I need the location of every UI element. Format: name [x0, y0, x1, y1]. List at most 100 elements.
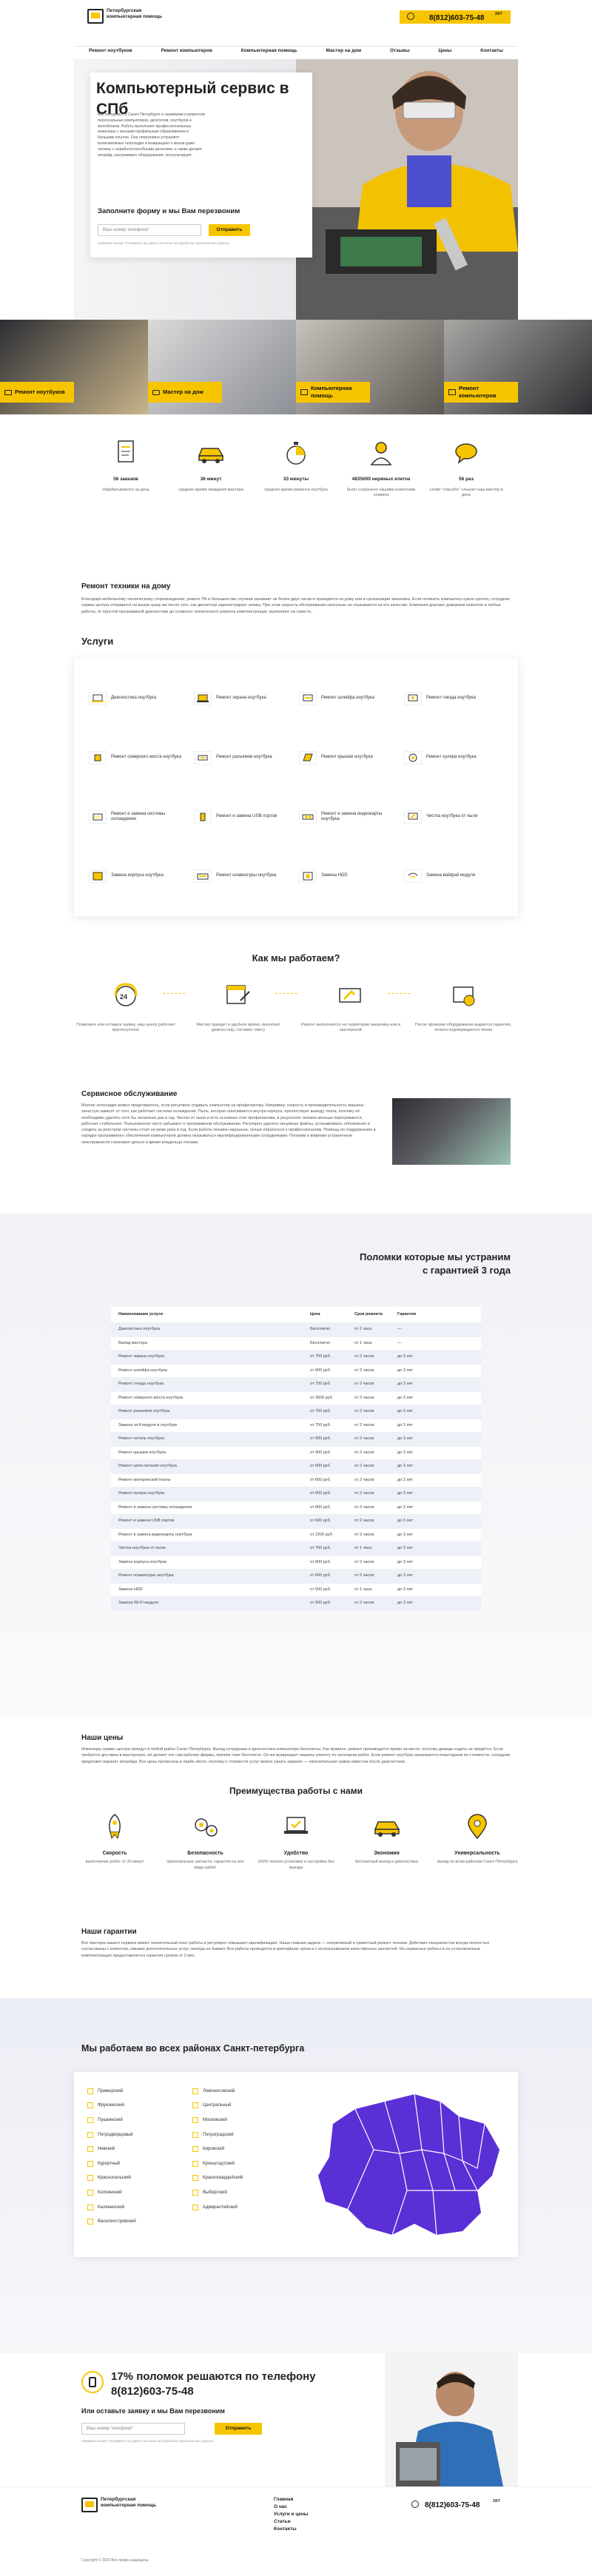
footer-link-home[interactable]: Главная	[274, 2496, 333, 2503]
district-item[interactable]: Ломоносовский	[192, 2084, 303, 2099]
callback-phone[interactable]: 8(812)603-75-48	[111, 2384, 194, 2399]
district-item[interactable]: Красногвардейский	[192, 2171, 303, 2186]
footer-link-services[interactable]: Услуги и цены	[274, 2511, 333, 2518]
district-item[interactable]: Невский	[87, 2142, 198, 2156]
table-cell: —	[397, 1340, 402, 1345]
category-help[interactable]: Компьютерная помощь	[296, 382, 370, 403]
table-row: Диагностика ноутбука Бесплатно от 1 часа —	[111, 1323, 481, 1337]
table-cell: Бесплатно	[310, 1327, 331, 1332]
table-cell: от 1 часа	[354, 1327, 372, 1332]
service-item[interactable]: Ремонт клавиатуры ноутбука	[194, 850, 293, 903]
service-title: Сервисное обслуживание	[81, 1090, 178, 1098]
district-item[interactable]: Центральный	[192, 2099, 303, 2113]
person-icon	[365, 437, 397, 469]
service-item[interactable]: Ремонт гнезда ноутбука	[404, 672, 503, 725]
nav-laptops[interactable]: Ремонт ноутбуков	[89, 48, 132, 57]
port-icon	[194, 751, 212, 764]
nav-computers[interactable]: Ремонт компьютеров	[161, 48, 212, 57]
footer-copyright: Copyright © 2020 Все права защищены	[81, 2558, 149, 2563]
district-item[interactable]: Курортный	[87, 2156, 198, 2171]
category-master[interactable]: Мастер на дом	[148, 382, 222, 403]
service-item[interactable]: Замена HDD	[299, 850, 398, 903]
callback-phone-input[interactable]: Ваш номер телефона*	[81, 2423, 185, 2435]
district-item[interactable]: Кировский	[192, 2142, 303, 2156]
district-item[interactable]: Колпинский	[87, 2185, 198, 2200]
table-row: Ремонт петель ноутбука от 900 руб. от 2 ча…	[111, 1433, 481, 1447]
footer-link-contacts[interactable]: Контакты	[274, 2526, 333, 2533]
nav-prices[interactable]: Цены	[438, 48, 451, 57]
district-item[interactable]: Фрунзенский	[87, 2099, 198, 2113]
hero-phone-input[interactable]: Ваш номер телефона*	[98, 224, 201, 236]
footer-phone[interactable]: 8(812)603-75-48	[425, 2501, 480, 2511]
how-step-text: После проверки оборудования выдается гар…	[414, 1023, 512, 1033]
site-footer: Петербургская компьютерная помощь Главна…	[0, 2486, 592, 2576]
service-item[interactable]: Ремонт экрана ноутбука	[194, 672, 293, 725]
hero-text: Мы находимся в Санкт-Петербурге и занима…	[98, 112, 205, 158]
category-computers[interactable]: Ремонт компьютеров	[444, 382, 518, 403]
service-item[interactable]: Замена вайфай модуля	[404, 850, 503, 903]
table-cell: Чистка ноутбука от пыли	[118, 1546, 166, 1551]
district-item[interactable]: Выборгский	[192, 2185, 303, 2200]
stat-thanks: 56 раз слово "спасибо" слышит наш мастер…	[429, 437, 503, 540]
district-item[interactable]: Пушкинский	[87, 2113, 198, 2128]
service-item[interactable]: Замена корпуса ноутбука	[89, 850, 188, 903]
logo-icon[interactable]	[87, 9, 104, 24]
service-item[interactable]: Ремонт кулера ноутбука	[404, 731, 503, 784]
hero-submit-button[interactable]: Отправить	[209, 224, 250, 236]
services-title: Услуги	[81, 636, 114, 647]
service-item[interactable]: Ремонт и замена видеокарты ноутбука	[299, 790, 398, 844]
district-item[interactable]: Василеостровский	[87, 2214, 198, 2229]
category-laptops[interactable]: Ремонт ноутбуков	[0, 382, 74, 403]
monitor-icon	[300, 389, 308, 395]
nav-master[interactable]: Мастер на дом	[326, 48, 361, 57]
district-label: Московский	[203, 2117, 227, 2122]
stat-wait: 36 минут среднее время ожидания мастера	[174, 437, 248, 540]
district-item[interactable]: Приморский	[87, 2084, 198, 2099]
callback-submit-button[interactable]: Отправить	[215, 2423, 262, 2435]
footer-phone-block[interactable]: 8(812)603-75-48 24/7	[411, 2498, 511, 2511]
service-item[interactable]: Ремонт северного моста ноутбука	[89, 731, 188, 784]
table-cell: от 2 часов	[354, 1504, 374, 1510]
table-cell: от 900 руб.	[310, 1450, 332, 1455]
callback-photo	[385, 2353, 518, 2486]
table-cell: Замена Wi-Fi модуля	[118, 1601, 158, 1606]
service-item[interactable]: Чистка ноутбука от пыли	[404, 790, 503, 844]
district-item[interactable]: Красносельский	[87, 2171, 198, 2186]
table-cell: от 500 руб.	[310, 1601, 332, 1606]
stat-num: 36 минут	[200, 477, 222, 482]
service-item[interactable]: Ремонт и замена системы охлаждения	[89, 790, 188, 844]
district-label: Фрунзенский	[98, 2103, 124, 2108]
header-phone-badge[interactable]: 8(812)603-75-48 24/7	[400, 10, 511, 24]
logo-text[interactable]: Петербургская компьютерная помощь	[107, 8, 166, 20]
table-cell: до 3 лет	[397, 1519, 413, 1524]
table-cell: до 3 лет	[397, 1532, 413, 1537]
district-map[interactable]	[303, 2079, 511, 2250]
nav-contacts[interactable]: Контакты	[480, 48, 503, 57]
district-item[interactable]: Адмиралтейский	[192, 2200, 303, 2215]
service-item[interactable]: Диагностика ноутбука	[89, 672, 188, 725]
footer-link-about[interactable]: О нас	[274, 2503, 333, 2511]
district-item[interactable]: Кронштадтский	[192, 2156, 303, 2171]
table-row: Замена Wi-Fi модуля от 500 руб. от 2 часов…	[111, 1597, 481, 1611]
nav-help[interactable]: Компьютерная помощь	[241, 48, 297, 57]
service-label: Замена корпуса ноутбука	[111, 873, 164, 878]
footer-link-articles[interactable]: Статьи	[274, 2518, 333, 2526]
logo-icon[interactable]	[81, 2498, 98, 2512]
service-item[interactable]: Ремонт крышки ноутбука	[299, 731, 398, 784]
how-step-text: Ремонт выполняется на территории заказчи…	[301, 1023, 400, 1033]
callback-title: 17% поломок решаются по телефону	[111, 2370, 316, 2383]
service-item[interactable]: Ремонт разъемов ноутбука	[194, 731, 293, 784]
district-item[interactable]: Петродворцовый	[87, 2128, 198, 2142]
service-item[interactable]: Ремонт и замена USB портов	[194, 790, 293, 844]
service-label: Ремонт кулера ноутбука	[426, 755, 477, 760]
nav-reviews[interactable]: Отзывы	[390, 48, 410, 57]
laptop-icon	[4, 389, 12, 395]
district-item[interactable]: Московский	[192, 2113, 303, 2128]
footer-logo-text[interactable]: Петербургская компьютерная помощь	[101, 2497, 160, 2509]
header-phone[interactable]: 8(812)603-75-48	[429, 13, 485, 24]
checkbox-icon	[192, 2160, 198, 2167]
service-item[interactable]: Ремонт шлейфа ноутбука	[299, 672, 398, 725]
advantage-title: Экономия	[374, 1851, 400, 1856]
district-item[interactable]: Петроградский	[192, 2128, 303, 2142]
district-item[interactable]: Калининский	[87, 2200, 198, 2215]
